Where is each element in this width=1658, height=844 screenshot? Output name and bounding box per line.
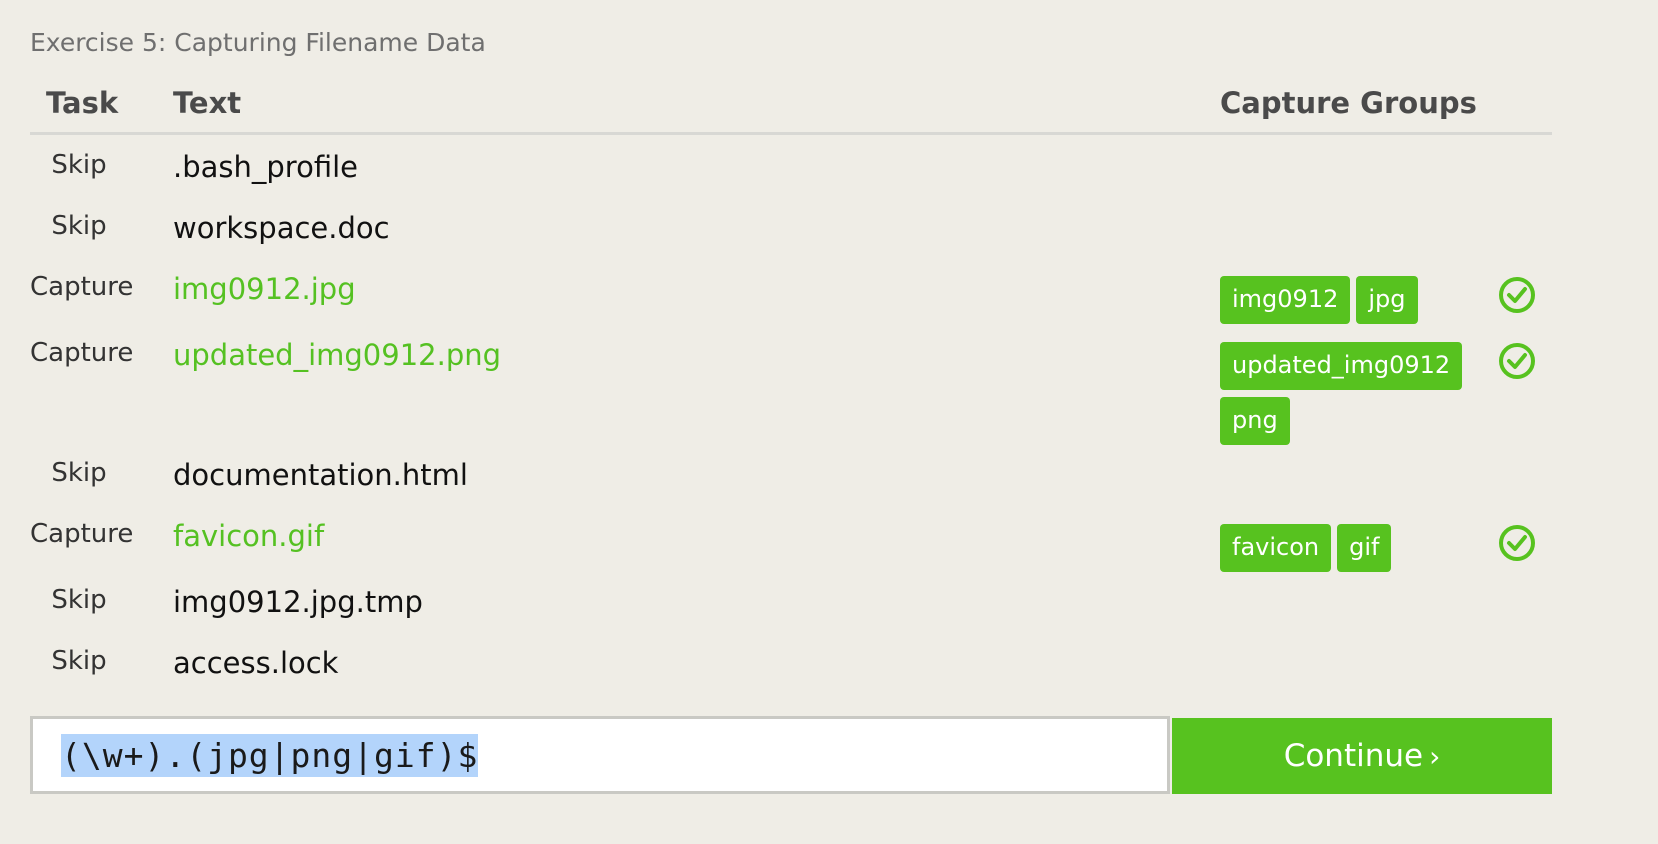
header-divider — [30, 132, 1552, 135]
task-label: Skip — [51, 211, 107, 241]
capture-groups: img0912 jpg — [1220, 276, 1460, 324]
row-text: favicon.gif — [173, 519, 325, 553]
header-text: Text — [173, 86, 242, 120]
capture-group-chip: updated_img0912 — [1220, 342, 1463, 390]
row-text: workspace.doc — [173, 211, 390, 245]
row-text: access.lock — [173, 646, 339, 680]
row-text: .bash_profile — [173, 150, 358, 184]
task-label: Capture — [30, 272, 134, 302]
continue-button[interactable]: Continue › — [1172, 718, 1552, 794]
task-label: Skip — [51, 458, 107, 488]
exercise-title: Exercise 5: Capturing Filename Data — [30, 28, 486, 57]
task-label: Skip — [51, 150, 107, 180]
capture-groups: favicon gif — [1220, 524, 1460, 572]
capture-groups: updated_img0912 png — [1220, 342, 1463, 445]
check-circle-icon — [1498, 524, 1536, 562]
row-text: img0912.jpg.tmp — [173, 585, 423, 619]
task-label: Capture — [30, 519, 134, 549]
task-label: Skip — [51, 585, 107, 615]
capture-group-chip: jpg — [1356, 276, 1418, 324]
row-text: documentation.html — [173, 458, 468, 492]
answer-bar: (\w+).(jpg|png|gif)$ Continue › — [30, 716, 1552, 794]
capture-group-chip: img0912 — [1220, 276, 1351, 324]
row-text: img0912.jpg — [173, 272, 356, 306]
row-text: updated_img0912.png — [173, 338, 502, 372]
capture-group-chip: png — [1220, 397, 1290, 445]
chevron-right-icon: › — [1429, 739, 1441, 773]
capture-group-chip: gif — [1337, 524, 1392, 572]
task-label: Skip — [51, 646, 107, 676]
table-header: Task Text Capture Groups — [0, 86, 1658, 126]
continue-button-label: Continue — [1283, 738, 1424, 774]
regex-input[interactable]: (\w+).(jpg|png|gif)$ — [30, 716, 1170, 794]
check-circle-icon — [1498, 342, 1536, 380]
check-circle-icon — [1498, 276, 1536, 314]
header-task: Task — [46, 86, 119, 120]
regex-input-value[interactable]: (\w+).(jpg|png|gif)$ — [61, 733, 479, 777]
header-capture-groups: Capture Groups — [1220, 86, 1477, 120]
capture-group-chip: favicon — [1220, 524, 1332, 572]
task-label: Capture — [30, 338, 134, 368]
